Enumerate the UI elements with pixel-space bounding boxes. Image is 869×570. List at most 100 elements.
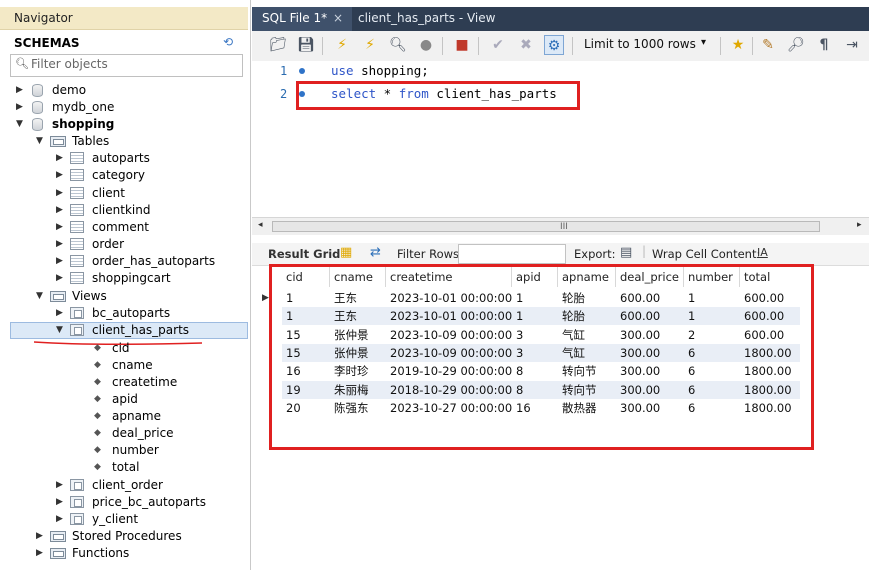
expand-arrow-icon[interactable]: ▶ [56,185,66,202]
expand-arrow-icon[interactable]: ▶ [56,494,66,511]
functions-folder[interactable]: ▶ Functions [0,545,248,562]
tab-sql-file-1[interactable]: SQL File 1* × [252,7,352,31]
expand-arrow-icon[interactable]: ▶ [36,545,46,562]
find-magnifier-icon[interactable]: 🔎︎ [786,35,806,55]
collapse-arrow-icon[interactable]: ▼ [36,288,46,305]
expand-arrow-icon[interactable]: ▶ [56,202,66,219]
chevron-down-icon[interactable]: ▾ [701,37,706,48]
view-item-bc-autoparts[interactable]: ▶ bc_autoparts [0,305,248,322]
save-icon[interactable]: 💾︎ [296,35,316,55]
schema-item-shopping[interactable]: ▼ shopping [0,116,248,133]
add-snippet-star-icon[interactable]: ★ [728,35,748,55]
collapse-arrow-icon[interactable]: ▼ [36,133,46,150]
table-item[interactable]: ▶ client [0,185,248,202]
table-item[interactable]: ▶ order_has_autoparts [0,253,248,270]
view-label: bc_autoparts [92,306,171,320]
column-item[interactable]: ◆ total [0,459,248,476]
column-item[interactable]: ◆ cname [0,357,248,374]
column-label: createtime [112,375,178,389]
view-icon [70,479,84,491]
views-folder[interactable]: ▼ Views [0,288,248,305]
schema-item-demo[interactable]: ▶ demo [0,82,248,99]
explain-magnifier-icon[interactable]: 🔍︎ [388,35,408,55]
wrap-cell-toggle-icon[interactable]: IA [757,246,768,259]
collapse-arrow-icon[interactable]: ▼ [16,116,26,133]
commit-check-icon[interactable]: ✔ [488,35,508,55]
view-item-client-order[interactable]: ▶ client_order [0,477,248,494]
collapse-arrow-icon[interactable]: ▼ [56,322,66,339]
filter-rows-input[interactable] [458,244,566,264]
column-label: number [112,443,159,457]
view-item-y-client[interactable]: ▶ y_client [0,511,248,528]
execute-current-lightning-icon[interactable]: ⚡︎ [360,35,380,55]
limit-rows-select[interactable]: Limit to 1000 rows [584,37,696,51]
schema-item-mydb-one[interactable]: ▶ mydb_one [0,99,248,116]
table-item[interactable]: ▶ order [0,236,248,253]
column-item[interactable]: ◆ cid [0,340,248,357]
expand-arrow-icon[interactable]: ▶ [56,236,66,253]
table-label: client [92,186,125,200]
column-item[interactable]: ◆ apid [0,391,248,408]
view-item-client-has-parts[interactable]: ▼ client_has_parts [0,322,248,339]
column-item[interactable]: ◆ createtime [0,374,248,391]
column-diamond-icon: ◆ [94,394,101,404]
filter-objects-field[interactable]: 🔍︎ [10,54,243,77]
column-item[interactable]: ◆ deal_price [0,425,248,442]
expand-arrow-icon[interactable]: ▶ [56,219,66,236]
autocommit-toggle-icon[interactable]: ⚙ [544,35,564,55]
table-item[interactable]: ▶ comment [0,219,248,236]
view-label: client_order [92,478,163,492]
rollback-x-icon[interactable]: ✖ [516,35,536,55]
table-item[interactable]: ▶ autoparts [0,150,248,167]
expand-arrow-icon[interactable]: ▶ [56,270,66,287]
expand-arrow-icon[interactable]: ▶ [56,150,66,167]
view-item-price-bc-autoparts[interactable]: ▶ price_bc_autoparts [0,494,248,511]
tab-client-has-parts-view[interactable]: client_has_parts - View [356,7,506,31]
expand-arrow-icon[interactable]: ▶ [56,253,66,270]
column-item[interactable]: ◆ apname [0,408,248,425]
expand-arrow-icon[interactable]: ▶ [56,305,66,322]
folder-label: Stored Procedures [72,529,182,543]
open-folder-icon[interactable]: 📁︎ [268,35,288,55]
execute-lightning-icon[interactable]: ⚡︎ [332,35,352,55]
table-item[interactable]: ▶ category [0,167,248,184]
expand-arrow-icon[interactable]: ▶ [56,167,66,184]
beautify-brush-icon[interactable]: ✎ [758,35,778,55]
tables-folder[interactable]: ▼ Tables [0,133,248,150]
expand-arrow-icon[interactable]: ▶ [16,99,26,116]
refresh-icon[interactable]: ⟲ [223,35,233,49]
toggle-errors-icon[interactable]: ■ [452,35,472,55]
tab-label: SQL File 1* [262,11,328,25]
close-icon[interactable]: × [333,11,343,25]
stored-procedures-folder[interactable]: ▶ Stored Procedures [0,528,248,545]
filter-objects-input[interactable] [31,57,236,71]
invisible-chars-pilcrow-icon[interactable]: ¶ [814,35,834,55]
stop-icon[interactable]: ● [416,35,436,55]
table-item[interactable]: ▶ clientkind [0,202,248,219]
grid-view-icon[interactable]: ▦ [340,245,352,260]
expand-arrow-icon[interactable]: ▶ [56,477,66,494]
expand-arrow-icon[interactable]: ▶ [36,528,46,545]
table-item[interactable]: ▶ shoppingcart [0,270,248,287]
scrollbar-thumb[interactable]: III [272,221,820,232]
horizontal-scrollbar[interactable]: ◂ III ▸ [252,217,869,235]
schema-label: shopping [52,117,115,131]
line-number: 1 [280,64,288,78]
code-line-1[interactable]: use shopping; [331,63,429,78]
red-highlight-box-query [296,81,580,110]
wrap-lines-icon[interactable]: ⇥ [842,35,862,55]
toolbar-separator [322,37,323,55]
expand-arrow-icon[interactable]: ▶ [16,82,26,99]
toolbar-separator [752,37,753,55]
column-diamond-icon: ◆ [94,428,101,438]
scroll-right-arrow-icon[interactable]: ▸ [857,220,862,230]
line-number: 2 [280,87,288,101]
column-item[interactable]: ◆ number [0,442,248,459]
expand-arrow-icon[interactable]: ▶ [56,511,66,528]
table-label: order_has_autoparts [92,254,216,268]
result-grid-button[interactable]: Result Grid [268,247,340,261]
export-icon[interactable]: ▤ [620,245,632,260]
scroll-left-arrow-icon[interactable]: ◂ [258,220,263,230]
refresh-arrows-icon[interactable]: ⇄ [370,245,381,260]
statement-marker-icon [299,68,305,74]
